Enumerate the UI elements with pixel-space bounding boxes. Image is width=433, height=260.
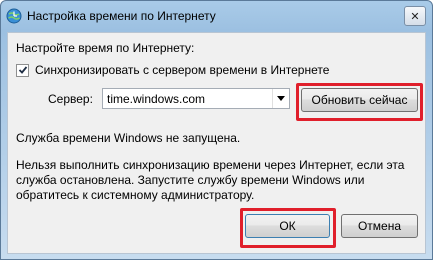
server-value[interactable]: time.windows.com xyxy=(103,92,272,106)
title-bar[interactable]: Настройка времени по Интернету ✕ xyxy=(1,1,432,33)
server-combobox[interactable]: time.windows.com xyxy=(102,88,290,109)
info-message: Нельзя выполнить синхронизацию времени ч… xyxy=(16,158,411,203)
dialog-content: Настройте время по Интернету: Синхронизи… xyxy=(7,32,426,254)
close-icon: ✕ xyxy=(410,10,420,23)
dropdown-arrow-icon[interactable] xyxy=(272,89,289,108)
server-label: Сервер: xyxy=(48,92,93,106)
info-line: служба остановлена. Запустите службу вре… xyxy=(16,173,365,187)
service-status-text: Служба времени Windows не запущена. xyxy=(16,131,241,145)
section-header: Настройте время по Интернету: xyxy=(16,41,195,55)
dialog-window: Настройка времени по Интернету ✕ Настрой… xyxy=(0,0,433,260)
info-line: Нельзя выполнить синхронизацию времени ч… xyxy=(16,158,405,172)
update-button-highlight xyxy=(296,83,423,121)
ok-button-highlight xyxy=(240,208,336,248)
sync-checkbox-row[interactable]: Синхронизировать с сервером времени в Ин… xyxy=(16,63,329,77)
close-button[interactable]: ✕ xyxy=(404,6,426,26)
checkmark-icon xyxy=(18,66,27,74)
sync-checkbox[interactable] xyxy=(16,63,29,77)
info-line: обратитесь к системному администратору. xyxy=(16,188,255,202)
clock-globe-icon xyxy=(6,8,22,24)
window-title: Настройка времени по Интернету xyxy=(27,9,216,23)
sync-checkbox-label: Синхронизировать с сервером времени в Ин… xyxy=(35,63,330,77)
cancel-button[interactable]: Отмена xyxy=(341,214,418,238)
